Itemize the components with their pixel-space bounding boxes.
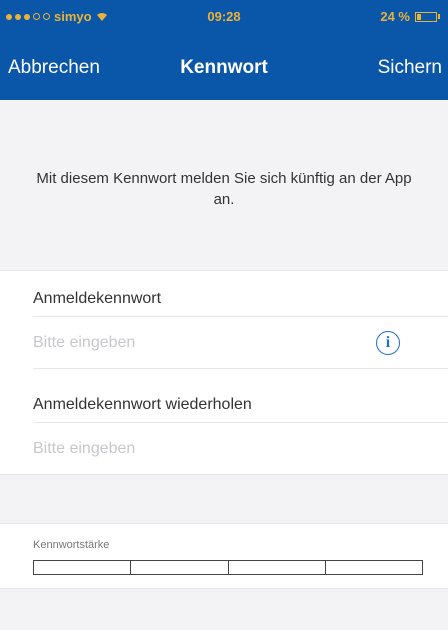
battery-fill [417,13,421,20]
save-button[interactable]: Sichern [378,57,442,79]
info-icon[interactable]: i [376,331,400,355]
password-input[interactable] [33,328,353,358]
strength-segment [34,561,132,574]
password-repeat-label: Anmeldekennwort wiederholen [33,396,252,413]
navigation-bar: Abbrechen Kennwort Sichern [0,34,448,100]
battery-icon [415,11,437,22]
password-strength-meter [33,560,423,575]
cancel-button[interactable]: Abbrechen [8,57,100,79]
divider [0,588,448,589]
strength-segment [229,561,326,574]
top-bar: simyo 09:28 24 % Abbrechen Kennwort Sich… [0,0,448,100]
strength-section [0,524,448,588]
strength-label: Kennwortstärke [33,539,110,551]
info-message: Mit diesem Kennwort melden Sie sich künf… [36,170,412,208]
divider [33,316,448,317]
status-right: 24 % [380,9,440,24]
status-bar: simyo 09:28 24 % [0,0,448,34]
divider [0,474,448,475]
divider [33,422,448,423]
battery-tip [438,14,440,19]
strength-segment [131,561,229,574]
divider [33,368,448,369]
password-repeat-input[interactable] [33,434,353,464]
page-title: Kennwort [180,57,268,78]
strength-segment [326,561,422,574]
password-label: Anmeldekennwort [33,290,162,307]
battery-percent: 24 % [380,9,410,24]
